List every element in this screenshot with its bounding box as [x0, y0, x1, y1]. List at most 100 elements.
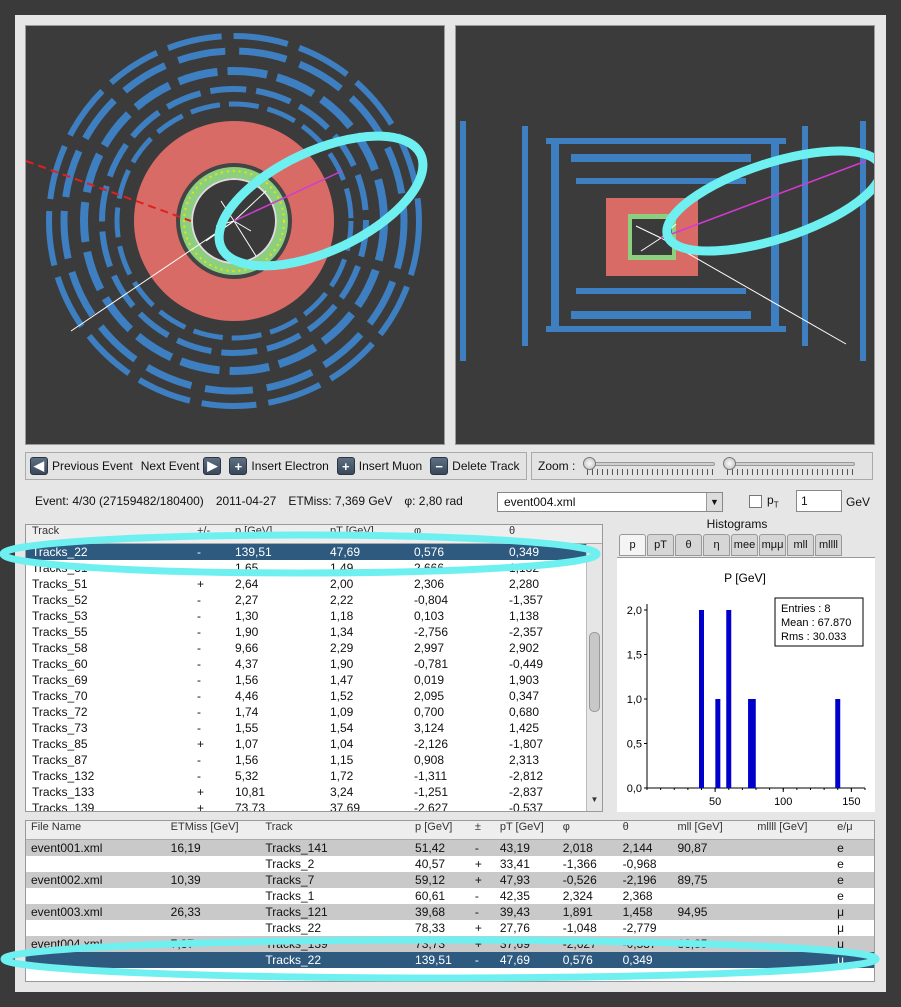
pt-threshold-input[interactable]: 1 — [796, 490, 842, 512]
table-row[interactable]: Tracks_60 - 4,37 1,90 -0,781 -0,449 — [26, 656, 602, 672]
table-row[interactable]: event004.xml 7,37 Tracks_139 73,73 +37,69 -2,… — [26, 936, 874, 952]
table-cell: 2,368 — [622, 889, 653, 903]
table-cell: Tracks_22 — [32, 545, 88, 559]
zoom-slider-left[interactable] — [583, 456, 716, 476]
scroll-up-icon[interactable]: ▲ — [587, 546, 602, 560]
table-row[interactable]: Tracks_72 - 1,74 1,09 0,700 0,680 — [26, 704, 602, 720]
x-tick-label: 100 — [774, 796, 792, 808]
table-cell: Tracks_121 — [265, 905, 328, 919]
table-row[interactable]: Tracks_69 - 1,56 1,47 0,019 1,903 — [26, 672, 602, 688]
table-cell: 2,280 — [509, 577, 540, 591]
table-cell: 1,891 — [562, 905, 593, 919]
histogram-tab[interactable]: mllll — [815, 534, 842, 556]
table-cell: 73,73 — [235, 801, 266, 812]
table-row[interactable]: Tracks_55 - 1,90 1,34 -2,756 -2,357 — [26, 624, 602, 640]
x-tick-label: 150 — [842, 796, 860, 808]
table-cell: 1,90 — [235, 625, 259, 639]
histogram-tab[interactable]: pT — [647, 534, 674, 556]
scroll-thumb[interactable] — [589, 632, 600, 712]
insert-electron-button[interactable]: + Insert Electron — [229, 457, 329, 475]
table-cell: + — [197, 577, 205, 591]
table-cell: 0,576 — [562, 953, 593, 967]
table-cell: + — [474, 937, 482, 951]
table-cell — [672, 952, 752, 968]
table-cell — [26, 920, 166, 936]
table-row[interactable]: Tracks_51 +2,64 2,00 2,306 2,280 — [26, 576, 602, 592]
table-cell: 139,51 — [415, 953, 452, 967]
table-row[interactable]: Tracks_53 - 1,30 1,18 0,103 1,138 — [26, 608, 602, 624]
table-cell: Tracks_72 — [32, 705, 88, 719]
table-row[interactable]: Tracks_70 - 4,46 1,52 2,095 0,347 — [26, 688, 602, 704]
longitudinal-view[interactable] — [455, 25, 886, 445]
table-row[interactable]: Tracks_85 +1,07 1,04 -2,126 -1,807 — [26, 736, 602, 752]
table-row[interactable]: event002.xml 10,39 Tracks_7 59,12 +47,93 -0,5… — [26, 872, 874, 888]
delete-track-button[interactable]: − Delete Track — [430, 457, 520, 475]
table-cell: 1,56 — [235, 753, 259, 767]
pt-checkbox[interactable] — [749, 495, 762, 508]
events-table: File Name ETMiss [GeV] Track p [GeV] ± p… — [25, 820, 875, 982]
table-cell: - — [197, 641, 201, 655]
table-cell: Tracks_53 — [32, 609, 88, 623]
table-cell: 78,33 — [415, 921, 446, 935]
table-cell: Tracks_133 — [32, 785, 95, 799]
table-row[interactable]: Tracks_31 - 1,65 1,49 2,666 1,132 — [26, 560, 602, 576]
insert-muon-button[interactable]: + Insert Muon — [336, 457, 422, 475]
table-cell: 0,576 — [414, 545, 445, 559]
table-cell: 4,37 — [235, 657, 259, 671]
table-row[interactable]: Tracks_1 60,61 - 42,35 2,324 2,368 e — [26, 888, 874, 904]
histogram-tab[interactable]: mll — [787, 534, 814, 556]
table-row[interactable]: Tracks_22 78,33 +27,76 -1,048 -2,779 μ — [26, 920, 874, 936]
table-row[interactable]: Tracks_52 - 2,27 2,22 -0,804 -1,357 — [26, 592, 602, 608]
table-row[interactable]: Tracks_58 - 9,66 2,29 2,997 2,902 — [26, 640, 602, 656]
table-cell: 0,908 — [414, 753, 445, 767]
histogram-tab[interactable]: mee — [731, 534, 758, 556]
table-row[interactable]: Tracks_133 +10,81 3,24 -1,251 -2,837 — [26, 784, 602, 800]
arrow-left-icon: ◀ — [30, 457, 48, 475]
table-cell: -2,756 — [414, 625, 449, 639]
event-info-bar: Event: 4/30 (27159482/180400) 2011-04-27… — [25, 487, 873, 515]
histogram-tab[interactable]: η — [703, 534, 730, 556]
table-cell: Tracks_52 — [32, 593, 88, 607]
table-cell — [752, 856, 832, 872]
table-row[interactable]: Tracks_22 139,51 - 47,69 0,576 0,349 μ — [26, 952, 874, 968]
table-cell: Tracks_2 — [265, 857, 315, 871]
histogram-tab[interactable]: θ — [675, 534, 702, 556]
table-row[interactable]: Tracks_2 40,57 +33,41 -1,366 -0,968 e — [26, 856, 874, 872]
table-cell: Tracks_60 — [32, 657, 88, 671]
transverse-view[interactable] — [25, 25, 445, 445]
table-row[interactable]: Tracks_73 - 1,55 1,54 3,124 1,425 — [26, 720, 602, 736]
table-cell: + — [474, 921, 482, 935]
histogram-tab[interactable]: mμμ — [759, 534, 786, 556]
chart-title: P [GeV] — [724, 571, 766, 585]
table-row[interactable]: Tracks_139 +73,73 37,69 -2,627 -0,537 — [26, 800, 602, 812]
table-cell: 0,349 — [509, 545, 540, 559]
stats-entries: Entries : 8 — [781, 603, 831, 615]
y-tick-label: 0,5 — [627, 739, 642, 751]
histogram-tab[interactable]: p — [619, 534, 646, 556]
table-cell: -2,196 — [622, 873, 657, 887]
event-file-select[interactable]: event004.xml ▼ — [497, 492, 723, 512]
table-cell: 0,019 — [414, 673, 445, 687]
table-row[interactable]: Tracks_87 - 1,56 1,15 0,908 2,313 — [26, 752, 602, 768]
table-cell: 60,61 — [415, 889, 446, 903]
table-cell: -2,627 — [414, 801, 449, 812]
histogram-bar — [715, 699, 721, 788]
zoom-slider-right[interactable] — [723, 456, 856, 476]
highlight-ellipse — [662, 146, 886, 256]
previous-event-button[interactable]: ◀ Previous Event — [30, 457, 133, 475]
scroll-down-icon[interactable]: ▼ — [587, 795, 602, 809]
table-row[interactable]: event003.xml 26,33 Tracks_121 39,68 - 39,43 1,… — [26, 904, 874, 920]
table-cell: Tracks_141 — [265, 841, 328, 855]
table-cell: - — [197, 609, 201, 623]
table-cell: 51,42 — [415, 841, 446, 855]
table-row[interactable]: event001.xml 16,19 Tracks_141 51,42 - 43,19 2,… — [26, 840, 874, 856]
table-cell: 0,347 — [509, 689, 540, 703]
table-cell: event002.xml — [31, 873, 103, 887]
table-cell: event001.xml — [31, 841, 103, 855]
vertical-scrollbar[interactable]: ▲ ▼ — [586, 544, 602, 811]
next-event-button[interactable]: Next Event ▶ — [141, 457, 222, 475]
table-row[interactable]: Tracks_132 - 5,32 1,72 -1,311 -2,812 — [26, 768, 602, 784]
table-row[interactable]: Tracks_22 - 139,51 47,69 0,576 0,349 — [26, 544, 602, 560]
table-cell: -2,126 — [414, 737, 449, 751]
table-cell: 2,29 — [330, 641, 354, 655]
